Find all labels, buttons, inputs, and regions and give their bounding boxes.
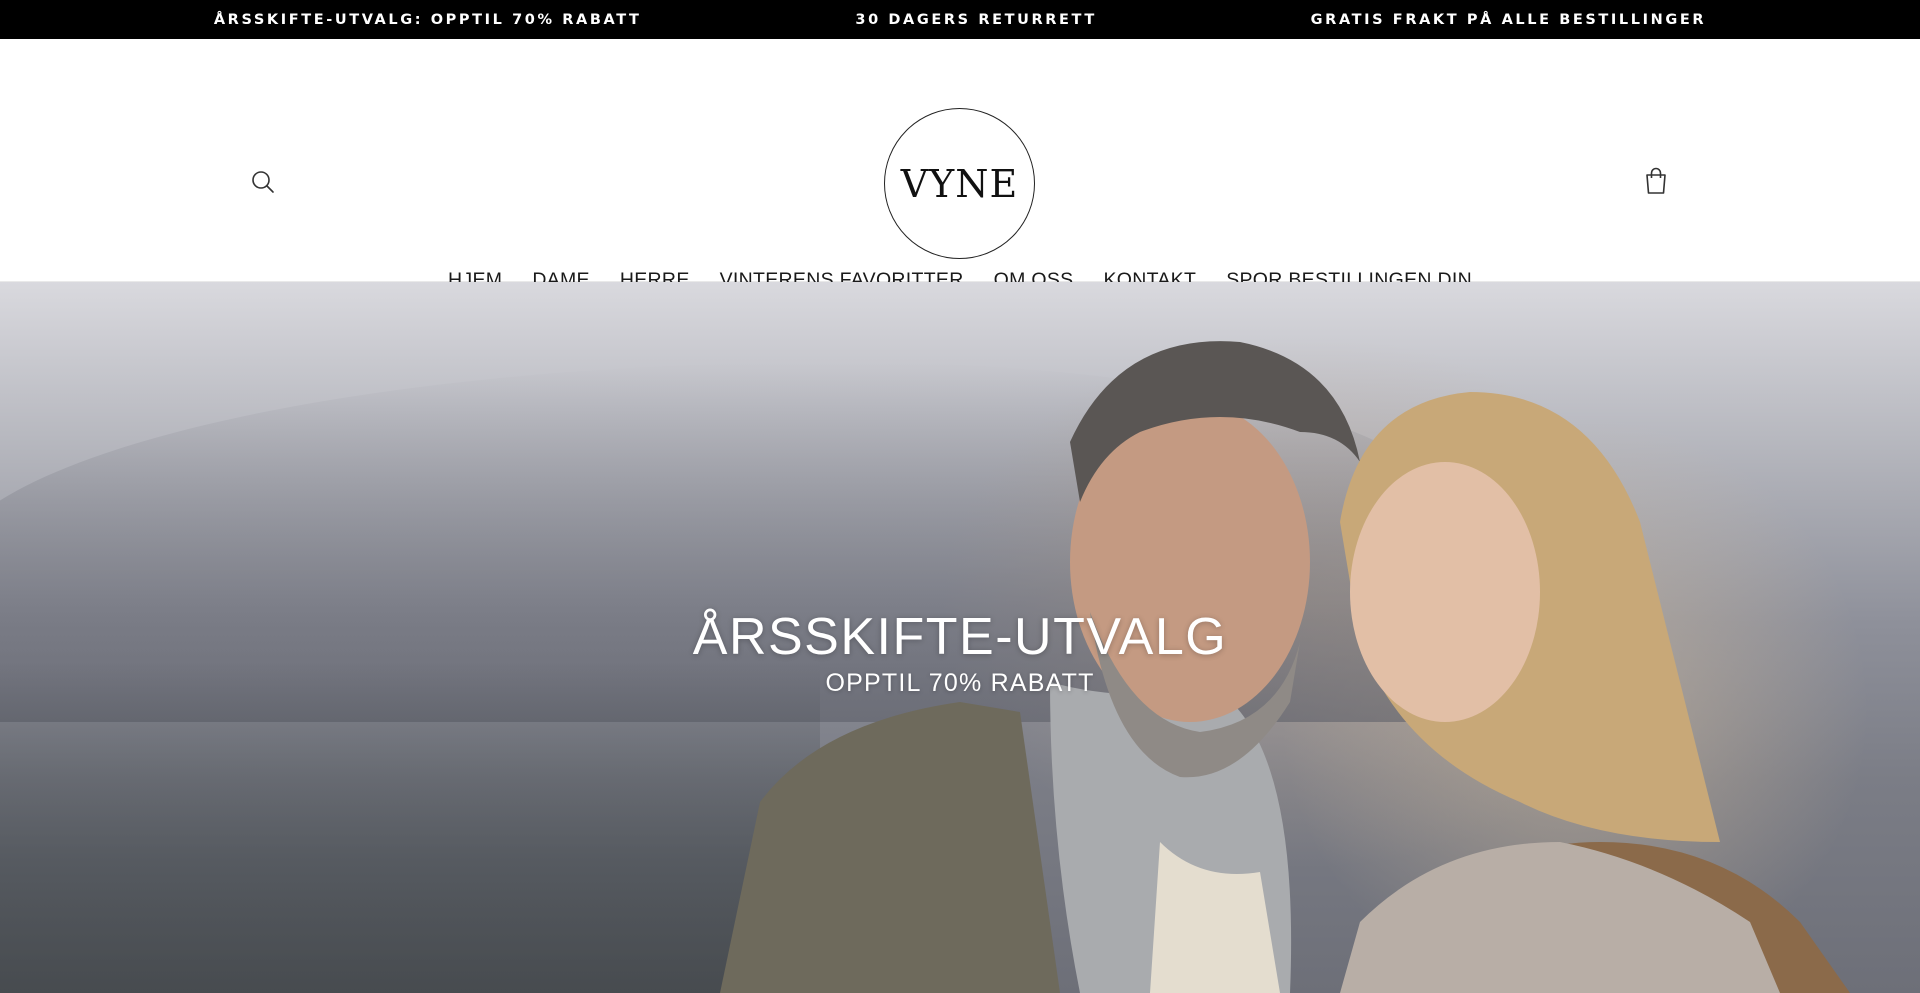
announcement-returns[interactable]: 30 DAGERS RETURRETT [855,12,1096,28]
hero-title: ÅRSSKIFTE-UTVALG [692,608,1228,666]
hero-banner[interactable]: ÅRSSKIFTE-UTVALG OPPTIL 70% RABATT [0,282,1920,993]
search-icon[interactable] [248,167,278,197]
site-header: VYNE HJEM DAME HERRE VINTERENS FAVORITTE… [0,39,1920,291]
hero-trees-backdrop [0,663,820,993]
announcement-shipping[interactable]: GRATIS FRAKT PÅ ALLE BESTILLINGER [1311,12,1706,28]
hero-subtitle: OPPTIL 70% RABATT [825,669,1095,697]
site-logo[interactable]: VYNE [884,108,1035,259]
hero-text-block: ÅRSSKIFTE-UTVALG OPPTIL 70% RABATT [0,607,1920,698]
announcement-bar: ÅRSSKIFTE-UTVALG: OPPTIL 70% RABATT 30 D… [0,0,1920,39]
shopping-bag-icon[interactable] [1641,165,1671,197]
announcement-sale[interactable]: ÅRSSKIFTE-UTVALG: OPPTIL 70% RABATT [214,12,642,28]
